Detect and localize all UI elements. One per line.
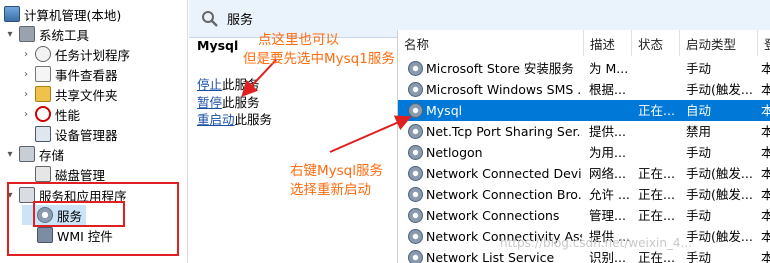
arrow-to-mysql-row [329, 115, 412, 153]
watermark: https://blog.csdn.net/weixin_4... [500, 236, 693, 250]
annotation-arrows [241, 59, 412, 153]
annotation-mid-line1: 右键Mysql服务 [290, 163, 383, 179]
annotation-top-line1: 点这里也可以 [258, 32, 339, 48]
annotation-top-line2: 但是要先选中Mysq1服务 [243, 51, 395, 67]
annotation-mid-line2: 选择重新启动 [290, 182, 371, 198]
